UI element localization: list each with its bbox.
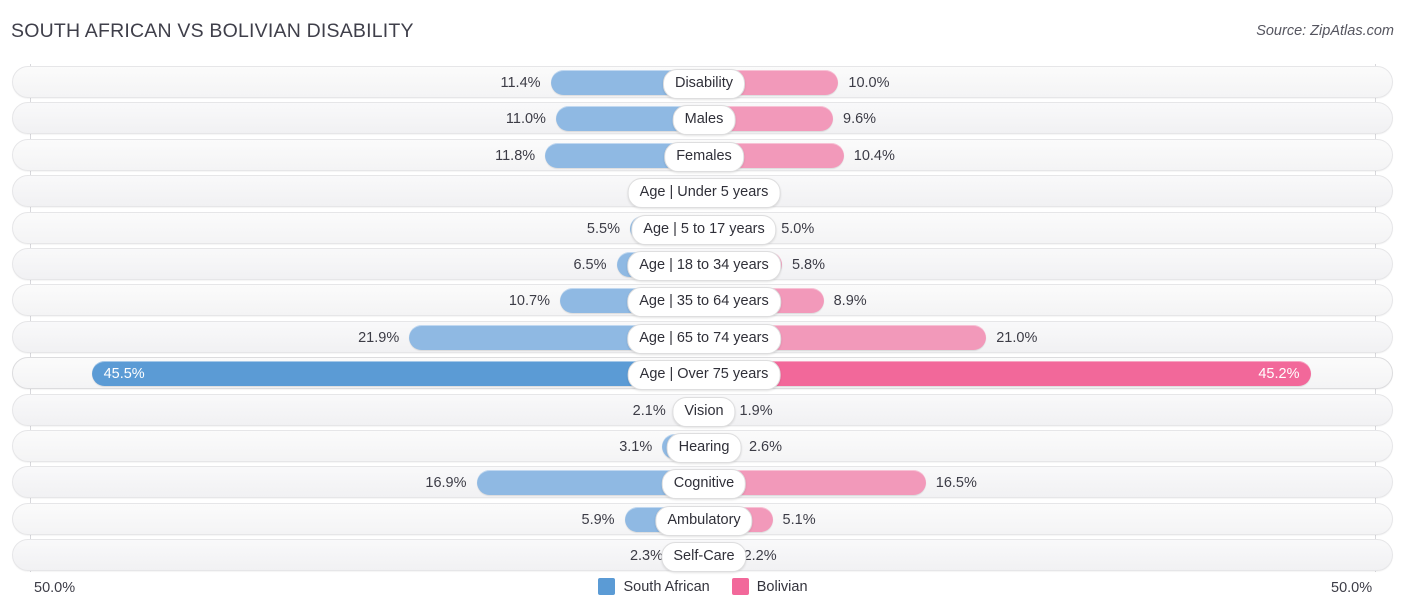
value-label-bolivian: 5.8% xyxy=(791,257,825,273)
value-label-south-african: 5.9% xyxy=(581,511,615,528)
category-label-pill[interactable]: Self-Care xyxy=(661,542,747,573)
table-row[interactable]: 5.5% 5.0% Age | 5 to 17 years xyxy=(12,211,1393,245)
category-label-pill[interactable]: Females xyxy=(664,141,744,172)
axis-label-left: 50.0% xyxy=(34,580,76,596)
table-row[interactable]: 45.5% 45.2% Age | Over 75 years xyxy=(12,357,1393,391)
value-label-south-african: 2.3% xyxy=(629,548,664,565)
table-row[interactable]: 21.9% 21.0% Age | 65 to 74 years xyxy=(12,320,1393,354)
chart-plot-area: 11.4% 10.0% Disability 11.0% 9.6% Males 11.8% 1… xyxy=(0,62,1406,573)
value-label-bolivian: 10.4% xyxy=(853,147,895,164)
value-label-south-african: 3.1% xyxy=(619,439,653,455)
value-label-south-african: 10.7% xyxy=(508,293,550,310)
table-row[interactable]: 6.5% 5.8% Age | 18 to 34 years xyxy=(12,248,1393,281)
value-label-bolivian: 16.5% xyxy=(935,475,977,492)
category-label-pill[interactable]: Vision xyxy=(672,396,736,427)
legend-item[interactable]: South African xyxy=(598,578,710,595)
table-row[interactable]: 1.1%1.0%Age | Under 5 years xyxy=(12,175,1393,209)
table-row[interactable]: 3.1% 2.6% Hearing xyxy=(12,430,1393,463)
value-label-bolivian: 21.0% xyxy=(996,329,1038,346)
value-label-south-african: 6.5% xyxy=(573,257,607,273)
disability-comparison-chart: SOUTH AFRICAN VS BOLIVIAN DISABILITY Sou… xyxy=(0,0,1406,612)
value-label-south-african: 11.4% xyxy=(500,75,541,91)
value-label-bolivian: 8.9% xyxy=(833,293,867,310)
category-label-pill[interactable]: Cognitive xyxy=(661,469,747,500)
value-label-south-african: 45.5% xyxy=(103,366,145,383)
value-label-bolivian: 5.0% xyxy=(781,220,815,237)
value-label-bolivian: 10.0% xyxy=(848,75,890,91)
value-label-bolivian: 2.6% xyxy=(748,439,782,455)
category-label-pill[interactable]: Age | Over 75 years xyxy=(627,360,781,391)
table-row[interactable]: 16.9% 16.5% Cognitive xyxy=(12,466,1393,500)
table-row[interactable]: 11.0% 9.6% Males xyxy=(12,102,1393,136)
legend-swatch-icon xyxy=(598,578,616,595)
value-label-bolivian: 9.6% xyxy=(843,111,877,128)
bar-bolivian xyxy=(690,361,1312,387)
category-label-pill[interactable]: Disability xyxy=(662,69,746,99)
value-label-bolivian: 45.2% xyxy=(1258,366,1300,383)
value-label-south-african: 16.9% xyxy=(425,475,467,492)
legend-label: Bolivian xyxy=(756,578,808,595)
table-row[interactable]: 11.4% 10.0% Disability xyxy=(12,66,1393,99)
value-label-south-african: 2.1% xyxy=(632,402,666,419)
category-label-pill[interactable]: Ambulatory xyxy=(655,505,753,536)
category-label-pill[interactable]: Males xyxy=(672,105,736,136)
bar-south-african xyxy=(91,361,718,387)
category-label-pill[interactable]: Age | 5 to 17 years xyxy=(631,214,777,245)
value-label-bolivian: 5.1% xyxy=(782,511,816,528)
table-row[interactable]: 2.1% 1.9% Vision xyxy=(12,393,1393,427)
value-label-bolivian: 1.9% xyxy=(739,402,773,419)
category-label-pill[interactable]: Hearing xyxy=(666,433,742,463)
category-label-pill[interactable]: Age | 65 to 74 years xyxy=(627,323,781,354)
value-label-south-african: 21.9% xyxy=(358,329,400,346)
table-row[interactable]: 10.7% 8.9% Age | 35 to 64 years xyxy=(12,284,1393,318)
category-label-pill[interactable]: Age | 35 to 64 years xyxy=(627,287,781,318)
source-attribution: Source: ZipAtlas.com xyxy=(1256,23,1394,39)
value-label-bolivian: 2.2% xyxy=(743,548,777,565)
value-label-south-african: 11.0% xyxy=(505,111,546,128)
legend-item[interactable]: Bolivian xyxy=(731,578,808,595)
legend-swatch-icon xyxy=(731,578,749,595)
value-label-south-african: 5.5% xyxy=(586,220,620,237)
page-title: SOUTH AFRICAN VS BOLIVIAN DISABILITY xyxy=(11,20,414,42)
table-row[interactable]: 2.3% 2.2% Self-Care xyxy=(12,539,1393,573)
axis-label-right: 50.0% xyxy=(1331,580,1373,596)
category-label-pill[interactable]: Age | Under 5 years xyxy=(627,178,781,209)
category-label-pill[interactable]: Age | 18 to 34 years xyxy=(627,251,781,281)
legend-label: South African xyxy=(623,578,710,595)
table-row[interactable]: 5.9% 5.1% Ambulatory xyxy=(12,502,1393,536)
value-label-south-african: 11.8% xyxy=(495,147,536,164)
chart-legend: South African Bolivian xyxy=(0,578,1406,595)
table-row[interactable]: 11.8% 10.4% Females xyxy=(12,138,1393,172)
